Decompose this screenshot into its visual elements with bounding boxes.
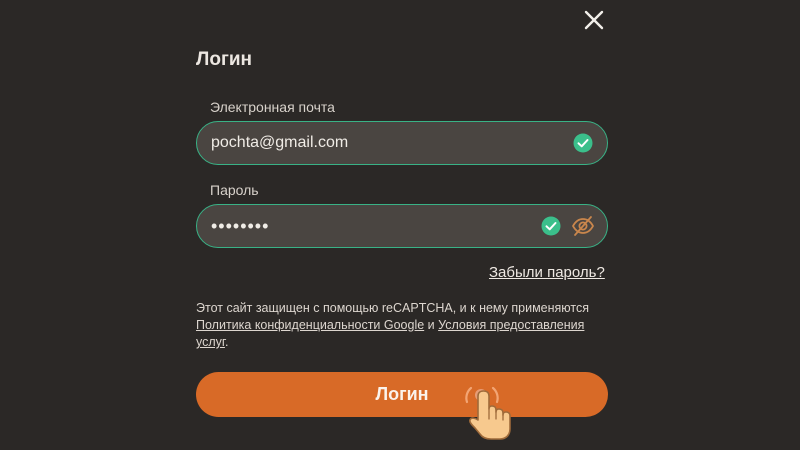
- close-icon: [584, 10, 604, 30]
- notice-text-and: и: [424, 318, 439, 332]
- check-circle-icon: [541, 216, 561, 236]
- password-label: Пароль: [210, 182, 259, 198]
- password-field[interactable]: [211, 205, 551, 247]
- password-field-wrapper: [196, 204, 608, 248]
- notice-text: Этот сайт защищен с помощью reCAPTCHA, и…: [196, 301, 590, 315]
- email-label: Электронная почта: [210, 99, 335, 115]
- privacy-policy-link[interactable]: Политика конфиденциальности Google: [196, 318, 424, 332]
- forgot-password-link[interactable]: Забыли пароль?: [489, 264, 605, 281]
- login-button-label: Логин: [375, 384, 429, 404]
- notice-text-end: .: [224, 335, 229, 349]
- email-field[interactable]: [211, 122, 551, 164]
- eye-off-icon[interactable]: [571, 214, 595, 238]
- close-button[interactable]: [581, 7, 607, 33]
- email-field-wrapper: [196, 121, 608, 165]
- login-button[interactable]: Логин: [196, 372, 608, 417]
- recaptcha-notice: Этот сайт защищен с помощью reCAPTCHA, и…: [196, 300, 608, 351]
- check-circle-icon: [573, 133, 593, 153]
- page-title: Логин: [196, 49, 253, 70]
